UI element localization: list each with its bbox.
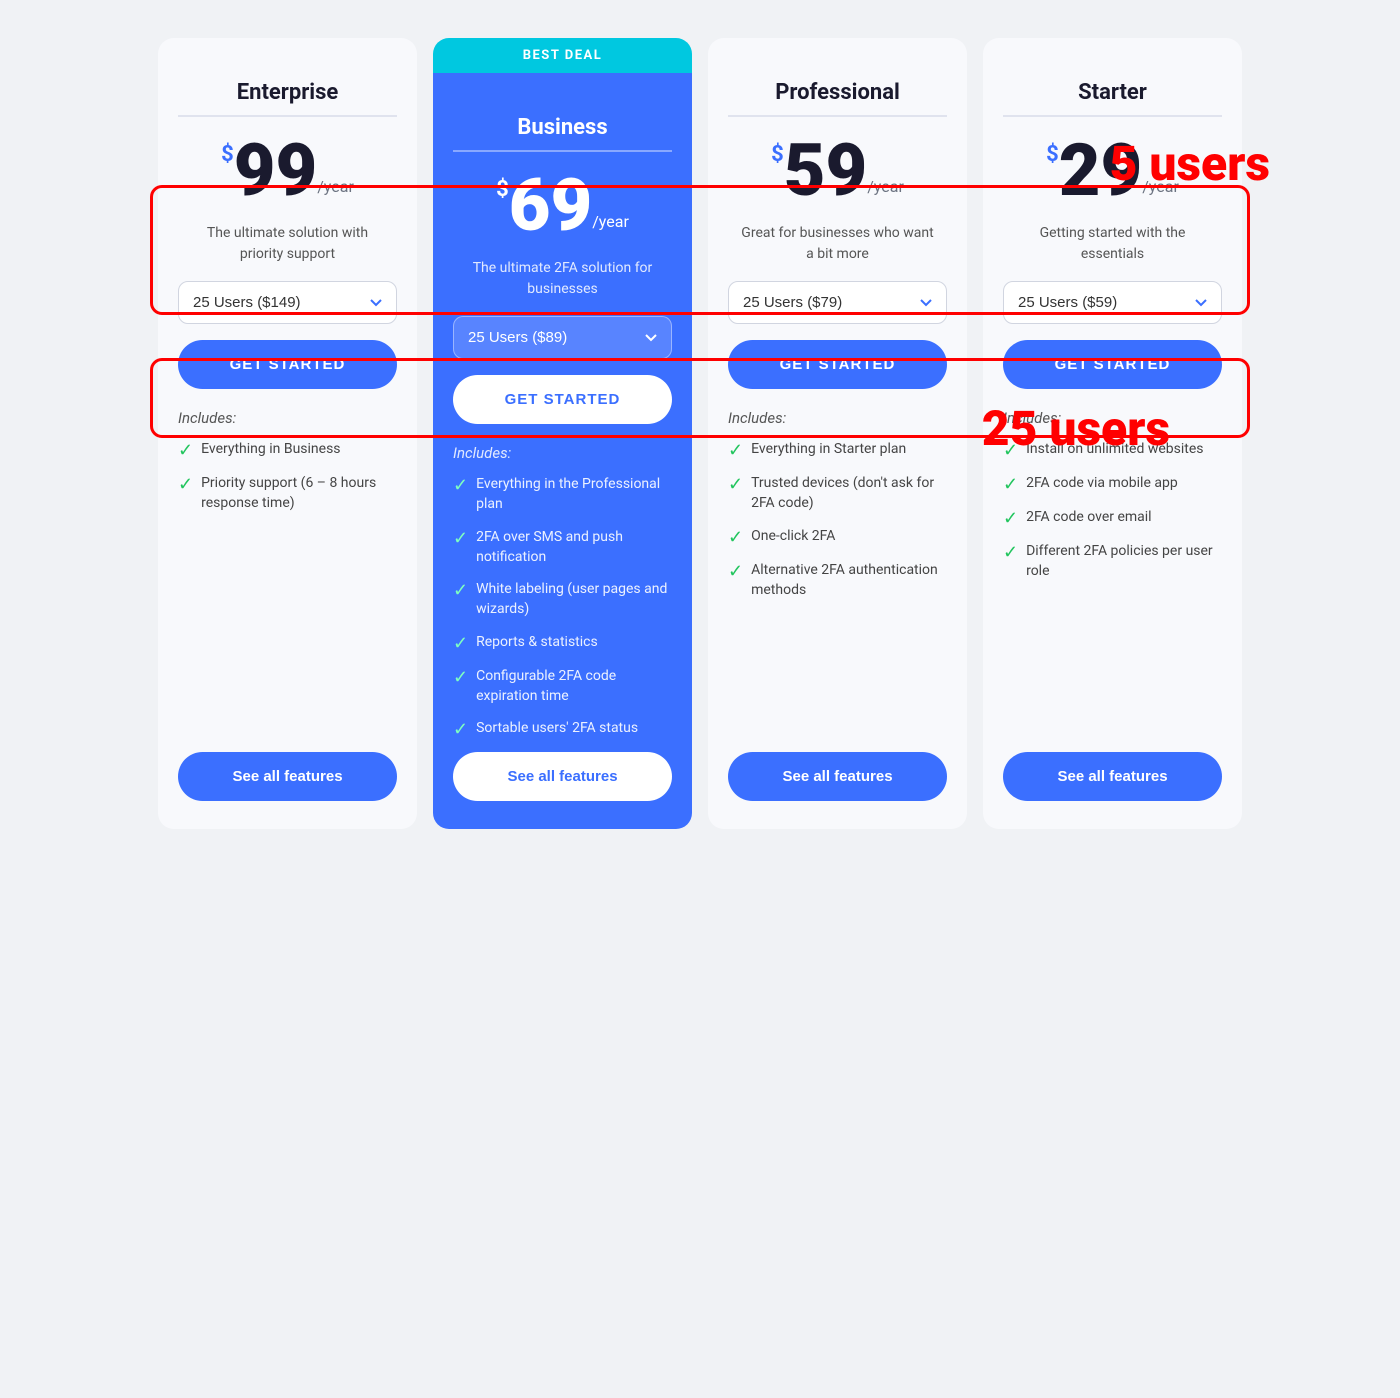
business-dollar: $ bbox=[496, 177, 509, 202]
check-icon: ✓ bbox=[453, 528, 468, 549]
check-icon: ✓ bbox=[1003, 474, 1018, 495]
starter-plan-name: Starter bbox=[1003, 62, 1222, 117]
professional-feature-2: Trusted devices (don't ask for 2FA code) bbox=[751, 473, 947, 514]
starter-get-started[interactable]: GET STARTED bbox=[1003, 340, 1222, 389]
list-item: ✓ 2FA code via mobile app bbox=[1003, 473, 1222, 495]
professional-user-select[interactable]: 25 Users ($79) bbox=[728, 281, 947, 324]
business-user-select[interactable]: 25 Users ($89) bbox=[453, 316, 672, 359]
starter-see-all[interactable]: See all features bbox=[1003, 752, 1222, 801]
business-feature-2: 2FA over SMS and push notification bbox=[476, 527, 672, 568]
enterprise-includes-label: Includes: bbox=[178, 409, 397, 427]
enterprise-get-started[interactable]: GET STARTED bbox=[178, 340, 397, 389]
list-item: ✓ Priority support (6 – 8 hours response… bbox=[178, 473, 397, 514]
check-icon: ✓ bbox=[453, 667, 468, 688]
business-wrapper: BEST DEAL Business $69/year The ultimate… bbox=[425, 30, 700, 837]
list-item: ✓ Everything in Business bbox=[178, 439, 397, 461]
starter-feature-3: 2FA code over email bbox=[1026, 507, 1152, 527]
business-feature-1: Everything in the Professional plan bbox=[476, 474, 672, 515]
enterprise-see-all[interactable]: See all features bbox=[178, 752, 397, 801]
check-icon: ✓ bbox=[178, 474, 193, 495]
starter-feature-2: 2FA code via mobile app bbox=[1026, 473, 1178, 493]
list-item: ✓ Everything in Starter plan bbox=[728, 439, 947, 461]
business-amount: 69 bbox=[509, 163, 592, 248]
list-item: ✓ White labeling (user pages and wizards… bbox=[453, 579, 672, 620]
business-features: Includes: ✓ Everything in the Profession… bbox=[453, 444, 672, 752]
list-item: ✓ 2FA over SMS and push notification bbox=[453, 527, 672, 568]
list-item: ✓ Configurable 2FA code expiration time bbox=[453, 666, 672, 707]
starter-feature-4: Different 2FA policies per user role bbox=[1026, 541, 1222, 582]
professional-includes-label: Includes: bbox=[728, 409, 947, 427]
check-icon: ✓ bbox=[453, 580, 468, 601]
check-icon: ✓ bbox=[1003, 542, 1018, 563]
starter-desc: Getting started with the essentials bbox=[1003, 215, 1222, 281]
label-25users: 25 users bbox=[982, 400, 1170, 457]
check-icon: ✓ bbox=[1003, 508, 1018, 529]
business-feature-5: Configurable 2FA code expiration time bbox=[476, 666, 672, 707]
professional-price-block: $59/year bbox=[728, 117, 947, 215]
list-item: ✓ One-click 2FA bbox=[728, 526, 947, 548]
enterprise-feature-2: Priority support (6 – 8 hours response t… bbox=[201, 473, 397, 514]
check-icon: ✓ bbox=[453, 719, 468, 740]
professional-amount: 59 bbox=[784, 128, 867, 213]
professional-features: Includes: ✓ Everything in Starter plan ✓… bbox=[728, 409, 947, 612]
enterprise-user-select[interactable]: 25 Users ($149) bbox=[178, 281, 397, 324]
professional-dollar: $ bbox=[771, 142, 784, 167]
professional-plan-name: Professional bbox=[728, 62, 947, 117]
business-card: Business $69/year The ultimate 2FA solut… bbox=[433, 73, 692, 829]
business-feature-4: Reports & statistics bbox=[476, 632, 598, 652]
list-item: ✓ 2FA code over email bbox=[1003, 507, 1222, 529]
professional-desc: Great for businesses who want a bit more bbox=[728, 215, 947, 281]
check-icon: ✓ bbox=[728, 527, 743, 548]
enterprise-desc: The ultimate solution with priority supp… bbox=[178, 215, 397, 281]
check-icon: ✓ bbox=[453, 475, 468, 496]
best-deal-banner: BEST DEAL bbox=[433, 38, 692, 73]
label-5users: 5 users bbox=[1110, 135, 1270, 192]
business-includes-label: Includes: bbox=[453, 444, 672, 462]
starter-dollar: $ bbox=[1046, 142, 1059, 167]
professional-feature-1: Everything in Starter plan bbox=[751, 439, 906, 459]
business-feature-3: White labeling (user pages and wizards) bbox=[476, 579, 672, 620]
list-item: ✓ Different 2FA policies per user role bbox=[1003, 541, 1222, 582]
list-item: ✓ Trusted devices (don't ask for 2FA cod… bbox=[728, 473, 947, 514]
professional-feature-4: Alternative 2FA authentication methods bbox=[751, 560, 947, 601]
professional-get-started[interactable]: GET STARTED bbox=[728, 340, 947, 389]
professional-feature-3: One-click 2FA bbox=[751, 526, 835, 546]
professional-period: /year bbox=[867, 177, 904, 196]
professional-card: Professional $59/year Great for business… bbox=[708, 38, 967, 829]
enterprise-amount: 99 bbox=[234, 128, 317, 213]
list-item: ✓ Reports & statistics bbox=[453, 632, 672, 654]
business-get-started[interactable]: GET STARTED bbox=[453, 375, 672, 424]
business-period: /year bbox=[592, 212, 629, 231]
enterprise-card: Enterprise $99/year The ultimate solutio… bbox=[158, 38, 417, 829]
list-item: ✓ Alternative 2FA authentication methods bbox=[728, 560, 947, 601]
enterprise-features: Includes: ✓ Everything in Business ✓ Pri… bbox=[178, 409, 397, 581]
enterprise-dollar: $ bbox=[221, 142, 234, 167]
professional-see-all[interactable]: See all features bbox=[728, 752, 947, 801]
business-price-block: $69/year bbox=[453, 152, 672, 250]
business-plan-name: Business bbox=[453, 97, 672, 152]
list-item: ✓ Sortable users' 2FA status bbox=[453, 718, 672, 740]
check-icon: ✓ bbox=[178, 440, 193, 461]
check-icon: ✓ bbox=[728, 561, 743, 582]
check-icon: ✓ bbox=[453, 633, 468, 654]
enterprise-period: /year bbox=[317, 177, 354, 196]
business-see-all[interactable]: See all features bbox=[453, 752, 672, 801]
enterprise-price-block: $99/year bbox=[178, 117, 397, 215]
enterprise-plan-name: Enterprise bbox=[178, 62, 397, 117]
business-desc: The ultimate 2FA solution for businesses bbox=[453, 250, 672, 316]
list-item: ✓ Everything in the Professional plan bbox=[453, 474, 672, 515]
starter-user-select[interactable]: 25 Users ($59) bbox=[1003, 281, 1222, 324]
check-icon: ✓ bbox=[728, 440, 743, 461]
check-icon: ✓ bbox=[728, 474, 743, 495]
business-feature-6: Sortable users' 2FA status bbox=[476, 718, 638, 738]
enterprise-feature-1: Everything in Business bbox=[201, 439, 340, 459]
